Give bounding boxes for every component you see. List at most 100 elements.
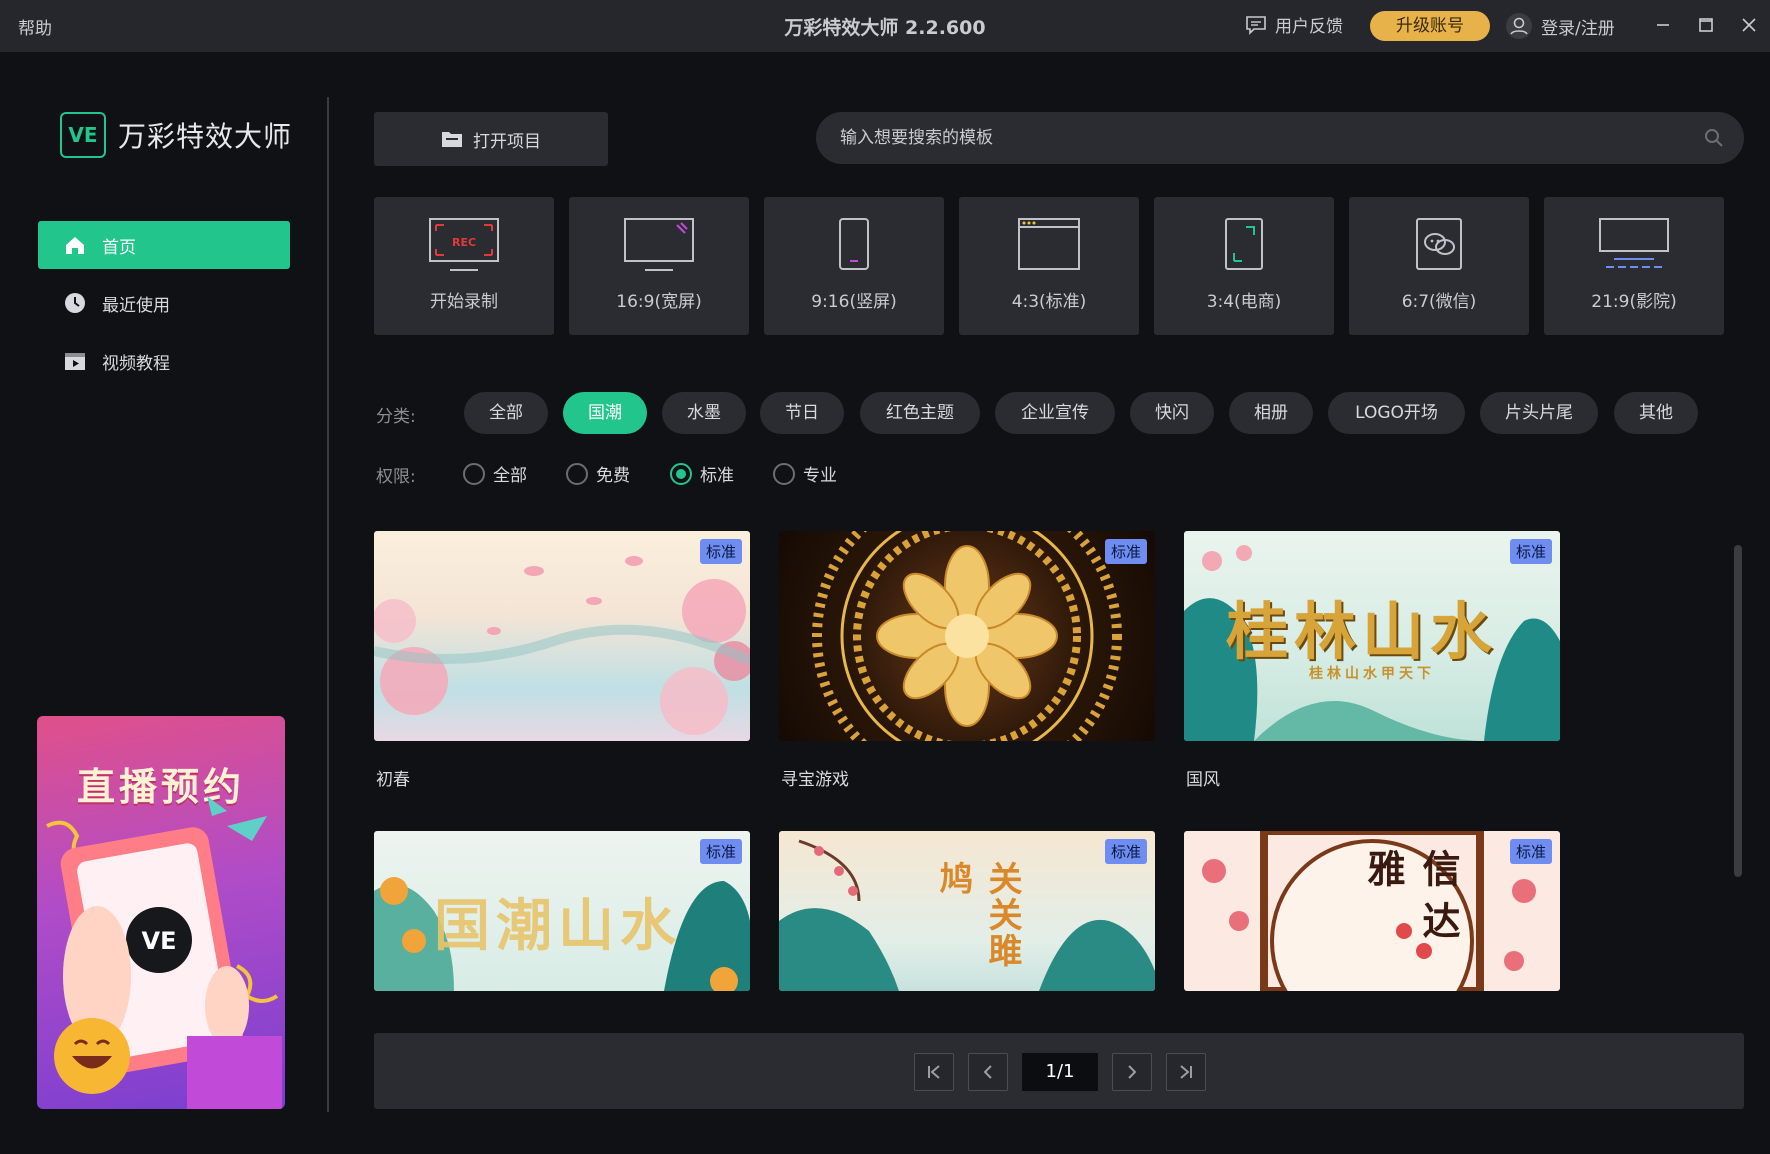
prev-page-button[interactable] — [968, 1053, 1008, 1091]
tier-badge: 标准 — [1509, 539, 1552, 564]
sidebar-item-label: 最近使用 — [102, 295, 170, 316]
category-chip[interactable]: 节日 — [760, 392, 844, 434]
search-icon[interactable] — [1704, 128, 1724, 148]
title-bar: 帮助 万彩特效大师 2.2.600 用户反馈 升级账号 登录/注册 — [0, 0, 1770, 52]
ratio-record[interactable]: REC 开始录制 — [374, 197, 554, 335]
first-page-button[interactable] — [914, 1053, 954, 1091]
logo-text: 万彩特效大师 — [118, 120, 293, 153]
minimize-icon[interactable] — [1652, 14, 1674, 36]
ratio-21-9[interactable]: 21:9(影院) — [1544, 197, 1724, 335]
close-icon[interactable] — [1738, 14, 1760, 36]
tier-badge: 标准 — [1104, 839, 1147, 864]
ratio-4-3[interactable]: 4:3(标准) — [959, 197, 1139, 335]
widescreen-icon — [624, 218, 694, 271]
banner-logo-mark: VE — [142, 927, 177, 955]
open-project-button[interactable]: 打开项目 — [374, 112, 608, 166]
category-chip[interactable]: 水墨 — [662, 392, 746, 434]
template-card[interactable]: 信达雅 标准 — [1184, 831, 1560, 991]
template-scrollbar[interactable] — [1734, 545, 1742, 877]
app-logo: VE 万彩特效大师 — [60, 112, 292, 158]
category-chip[interactable]: 国潮 — [563, 392, 647, 434]
folder-icon — [442, 132, 462, 147]
category-label: 分类: — [376, 407, 416, 427]
feedback-icon — [1246, 15, 1266, 35]
template-thumbnail[interactable]: 标准 — [779, 531, 1155, 741]
template-title: 初春 — [376, 770, 410, 790]
phone-illustration: VE — [46, 796, 282, 1109]
ratio-label: 开始录制 — [430, 292, 498, 312]
tier-badge: 标准 — [699, 539, 742, 564]
search-input[interactable] — [840, 128, 1660, 148]
template-card[interactable]: 桂林山水 桂林山水甲天下 标准 国风 — [1184, 531, 1560, 790]
open-project-label: 打开项目 — [473, 131, 541, 152]
login-button[interactable]: 登录/注册 — [1505, 12, 1615, 40]
chevron-right-icon — [1128, 1065, 1137, 1079]
ratio-9-16[interactable]: 9:16(竖屏) — [764, 197, 944, 335]
chevron-left-icon — [983, 1065, 992, 1079]
live-promo-banner[interactable]: 直播预约 VE — [37, 716, 285, 1109]
feedback-button[interactable]: 用户反馈 — [1245, 12, 1343, 37]
template-title: 寻宝游戏 — [781, 770, 849, 790]
template-thumbnail[interactable]: 信达雅 标准 — [1184, 831, 1560, 991]
template-art-subtext: 桂林山水甲天下 — [1309, 666, 1435, 682]
radio-label: 标准 — [700, 466, 734, 486]
permission-radio[interactable]: 全部 — [463, 461, 527, 486]
tier-badge: 标准 — [699, 839, 742, 864]
template-card[interactable]: 标准 初春 — [374, 531, 750, 790]
logo-mark: VE — [60, 112, 106, 158]
template-thumbnail[interactable]: 标准 — [374, 531, 750, 741]
permission-radio[interactable]: 专业 — [773, 461, 837, 486]
sidebar-item-home[interactable]: 首页 — [38, 221, 290, 269]
category-chip[interactable]: 其他 — [1614, 392, 1698, 434]
template-card[interactable]: 标准 寻宝游戏 — [779, 531, 1155, 790]
permission-radio[interactable]: 免费 — [566, 461, 630, 486]
permission-radio[interactable]: 标准 — [670, 461, 734, 486]
sidebar-item-recent[interactable]: 最近使用 — [38, 279, 290, 327]
template-thumbnail[interactable]: 关关雎鸠 标准 — [779, 831, 1155, 991]
maximize-icon[interactable] — [1695, 14, 1717, 36]
ratio-3-4[interactable]: 3:4(电商) — [1154, 197, 1334, 335]
ratio-16-9[interactable]: 16:9(宽屏) — [569, 197, 749, 335]
template-thumbnail[interactable]: 桂林山水 桂林山水甲天下 标准 — [1184, 531, 1560, 741]
category-chip[interactable]: 红色主题 — [860, 392, 980, 434]
video-tutorial-icon — [65, 353, 85, 370]
upgrade-button[interactable]: 升级账号 — [1370, 11, 1490, 41]
category-chip[interactable]: 企业宣传 — [995, 392, 1115, 434]
standard-icon — [1018, 218, 1080, 270]
ratio-label: 21:9(影院) — [1591, 292, 1677, 312]
template-thumbnail[interactable]: 国潮山水 标准 — [374, 831, 750, 991]
ecommerce-icon — [1225, 218, 1263, 270]
help-menu[interactable]: 帮助 — [18, 14, 52, 39]
category-chip[interactable]: 相册 — [1229, 392, 1313, 434]
page-indicator: 1/1 — [1022, 1053, 1098, 1091]
radio-circle — [463, 462, 485, 485]
radio-label: 免费 — [596, 466, 630, 486]
first-page-icon — [928, 1065, 940, 1079]
radio-circle — [566, 462, 588, 485]
login-label: 登录/注册 — [1541, 18, 1615, 39]
radio-label: 全部 — [493, 466, 527, 486]
category-chip[interactable]: 片头片尾 — [1480, 392, 1598, 434]
last-page-button[interactable] — [1166, 1053, 1206, 1091]
radio-circle — [670, 462, 692, 485]
ratio-label: 4:3(标准) — [1011, 292, 1087, 312]
ratio-6-7[interactable]: 6:7(微信) — [1349, 197, 1529, 335]
ratio-label: 9:16(竖屏) — [811, 292, 897, 312]
cherry-blossom-art — [374, 556, 750, 735]
sidebar-item-label: 首页 — [102, 237, 136, 258]
template-search[interactable] — [816, 112, 1744, 164]
permission-label: 权限: — [376, 467, 416, 487]
cinema-icon — [1599, 218, 1669, 268]
tier-badge: 标准 — [1104, 539, 1147, 564]
category-chip[interactable]: LOGO开场 — [1328, 392, 1465, 434]
sidebar-item-tutorial[interactable]: 视频教程 — [38, 337, 290, 385]
sidebar-item-label: 视频教程 — [102, 353, 170, 374]
next-page-button[interactable] — [1112, 1053, 1152, 1091]
template-card[interactable]: 关关雎鸠 标准 — [779, 831, 1155, 991]
category-chip[interactable]: 快闪 — [1130, 392, 1214, 434]
portrait-icon — [839, 218, 869, 270]
template-card[interactable]: 国潮山水 标准 — [374, 831, 750, 991]
sidebar-divider — [327, 97, 329, 1112]
category-chip[interactable]: 全部 — [464, 392, 548, 434]
ratio-label: 3:4(电商) — [1206, 292, 1282, 312]
